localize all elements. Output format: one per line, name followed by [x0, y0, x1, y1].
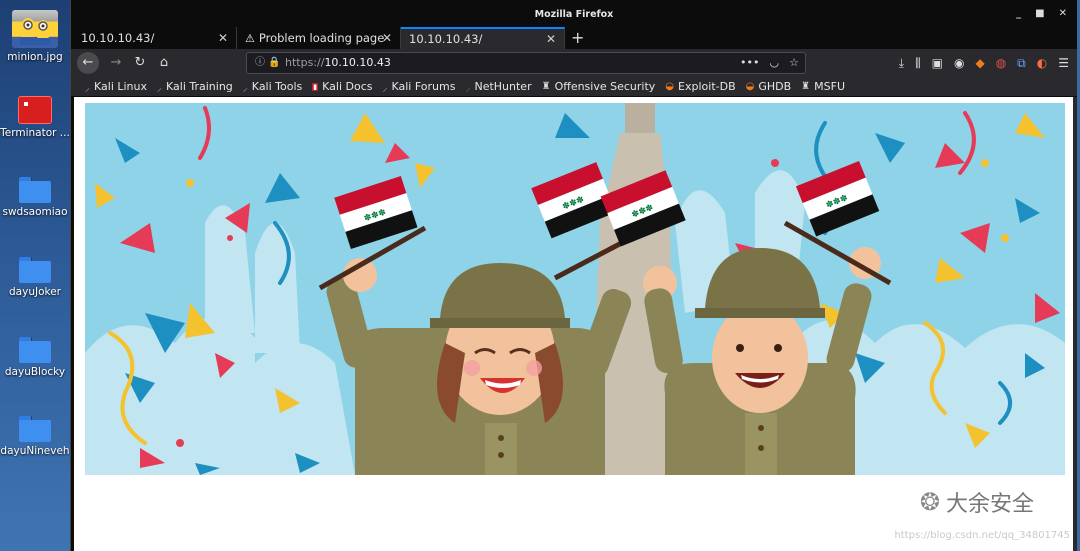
desktop-icon-dayublocky[interactable]: dayuBlocky	[0, 337, 70, 378]
minimize-button[interactable]: _	[1016, 9, 1021, 19]
offsec-icon: ♜	[801, 81, 811, 92]
page-actions-icon[interactable]: •••	[740, 53, 759, 73]
warning-icon: ⚠	[245, 32, 255, 45]
offsec-icon: ♜	[541, 81, 551, 92]
menu-icon[interactable]: ☰	[1058, 56, 1069, 70]
folder-icon	[19, 416, 51, 442]
kali-icon: ⸝	[157, 82, 163, 94]
bookmark-ghdb[interactable]: ◒ GHDB	[746, 80, 792, 93]
back-button[interactable]: ←	[77, 52, 99, 74]
desktop-icon-terminator[interactable]: Terminator ...	[0, 96, 70, 139]
bookmark-label: GHDB	[758, 80, 792, 93]
kali-icon: ⸝	[85, 82, 90, 94]
kali-docs-icon: ▮	[312, 82, 319, 91]
bookmark-msfu[interactable]: ♜ MSFU	[801, 80, 845, 93]
hero-illustration: ✽✽✽ ✽✽✽ ✽✽✽ ✽✽✽	[85, 103, 1065, 475]
bookmark-kali-training[interactable]: ⸝ Kali Training	[157, 80, 233, 94]
bookmark-offensive-security[interactable]: ♜ Offensive Security	[542, 80, 656, 93]
tab-label: 10.10.10.43/	[81, 31, 155, 45]
tab-label: Problem loading page	[258, 31, 385, 45]
maximize-button[interactable]: ■	[1035, 9, 1044, 19]
reload-button[interactable]: ↻	[129, 52, 151, 74]
folder-icon	[19, 177, 51, 203]
desktop-icon-label: dayuNineveh	[0, 445, 70, 457]
extension-foxyproxy-icon[interactable]: ◆	[975, 56, 984, 70]
close-window-button[interactable]: ✕	[1059, 9, 1067, 19]
tab-1[interactable]: 10.10.10.43/ ✕	[73, 27, 237, 49]
title-bar: Mozilla Firefox _ ■ ✕	[71, 0, 1077, 26]
bookmark-label: MSFU	[814, 80, 845, 93]
close-tab-icon[interactable]: ✕	[218, 27, 228, 49]
browser-window: Mozilla Firefox _ ■ ✕ 10.10.10.43/ ✕ ⚠ Pr…	[70, 0, 1077, 551]
desktop-icon-label: dayuBlocky	[4, 366, 66, 378]
desktop-icon-label: dayuJoker	[9, 286, 61, 298]
close-tab-icon[interactable]: ✕	[382, 27, 392, 49]
bookmark-label: Kali Forums	[391, 80, 456, 93]
exploitdb-icon: ◒	[745, 81, 755, 92]
desktop-icon-label: swdsaomiao	[2, 206, 68, 218]
kali-icon: ⸝	[382, 82, 388, 94]
insecure-lock-icon[interactable]: 🔒	[268, 53, 280, 73]
url-scheme: https://	[285, 56, 325, 69]
downloads-icon[interactable]: ⤓	[899, 56, 904, 71]
tab-bar: 10.10.10.43/ ✕ ⚠ Problem loading page ✕ 1…	[71, 26, 1077, 49]
url-host: 10.10.10.43	[324, 56, 391, 69]
desktop-icon-label: minion.jpg	[7, 51, 63, 63]
wechat-icon: ❂	[919, 488, 940, 516]
bookmark-kali-linux[interactable]: ⸝ Kali Linux	[85, 80, 147, 94]
bookmark-label: Kali Docs	[322, 80, 373, 93]
desktop-icon-swdsaomiao[interactable]: swdsaomiao	[0, 177, 70, 218]
desktop: minion.jpg Terminator ... swdsaomiao day…	[0, 0, 70, 551]
extension-wappalyzer-icon[interactable]: ◐	[1037, 56, 1047, 70]
watermark-url: https://blog.csdn.net/qq_34801745	[894, 530, 1070, 541]
nethunter-icon: ⸝	[465, 82, 471, 94]
desktop-icon-dayujoker[interactable]: dayuJoker	[0, 257, 70, 298]
bookmark-exploit-db[interactable]: ◒ Exploit-DB	[665, 80, 735, 93]
folder-icon	[19, 257, 51, 283]
extension-translate-icon[interactable]: ⧉	[1017, 56, 1026, 71]
folder-icon	[19, 337, 51, 363]
bookmark-nethunter[interactable]: ⸝ NetHunter	[465, 80, 531, 94]
tab-3-active[interactable]: 10.10.10.43/ ✕	[401, 27, 565, 49]
tab-label: 10.10.10.43/	[409, 32, 483, 46]
new-tab-button[interactable]: +	[571, 27, 584, 49]
watermark: ❂ 大余安全	[920, 486, 1034, 518]
navigation-toolbar: ← → ↻ ⌂ ⓘ 🔒 https://10.10.10.43 ••• ◡ ☆ …	[71, 49, 1077, 77]
bookmark-label: Exploit-DB	[678, 80, 736, 93]
bookmark-star-icon[interactable]: ☆	[789, 53, 799, 73]
desktop-icon-minion[interactable]: minion.jpg	[0, 10, 70, 63]
bookmark-label: NetHunter	[474, 80, 532, 93]
terminal-icon	[18, 96, 52, 124]
bookmark-kali-forums[interactable]: ⸝ Kali Forums	[382, 80, 455, 94]
extension-icon[interactable]: ◍	[996, 56, 1006, 70]
page-content: ✽✽✽ ✽✽✽ ✽✽✽ ✽✽✽ ❂ 大余安全 https://blog.csdn…	[74, 97, 1074, 551]
forward-button[interactable]: →	[105, 52, 127, 74]
library-icon[interactable]: ⫼	[915, 56, 921, 71]
home-button[interactable]: ⌂	[153, 52, 175, 74]
bookmark-kali-tools[interactable]: ⸝ Kali Tools	[243, 80, 302, 94]
scrollbar[interactable]	[1073, 97, 1077, 551]
address-bar[interactable]: ⓘ 🔒 https://10.10.10.43 ••• ◡ ☆	[246, 52, 806, 74]
pocket-icon[interactable]: ◡	[770, 53, 780, 73]
window-title: Mozilla Firefox	[534, 9, 614, 20]
tab-2[interactable]: ⚠ Problem loading page ✕	[237, 27, 401, 49]
desktop-icon-dayunineveh[interactable]: dayuNineveh	[0, 416, 70, 457]
exploitdb-icon: ◒	[665, 81, 675, 92]
bookmark-label: Kali Training	[166, 80, 233, 93]
desktop-icon-label: Terminator ...	[0, 127, 70, 139]
info-icon[interactable]: ⓘ	[255, 53, 265, 73]
bookmark-label: Offensive Security	[554, 80, 656, 93]
bookmark-label: Kali Tools	[251, 80, 303, 93]
sidebar-icon[interactable]: ▣	[932, 56, 943, 70]
image-thumbnail-icon	[12, 10, 58, 48]
bookmarks-toolbar: ⸝ Kali Linux ⸝ Kali Training ⸝ Kali Tools ▮…	[71, 77, 1077, 96]
watermark-text: 大余安全	[945, 492, 1034, 517]
bookmark-label: Kali Linux	[94, 80, 148, 93]
account-icon[interactable]: ◉	[954, 56, 964, 70]
bookmark-kali-docs[interactable]: ▮ Kali Docs	[312, 80, 372, 93]
kali-icon: ⸝	[242, 82, 248, 94]
close-tab-icon[interactable]: ✕	[546, 29, 556, 49]
